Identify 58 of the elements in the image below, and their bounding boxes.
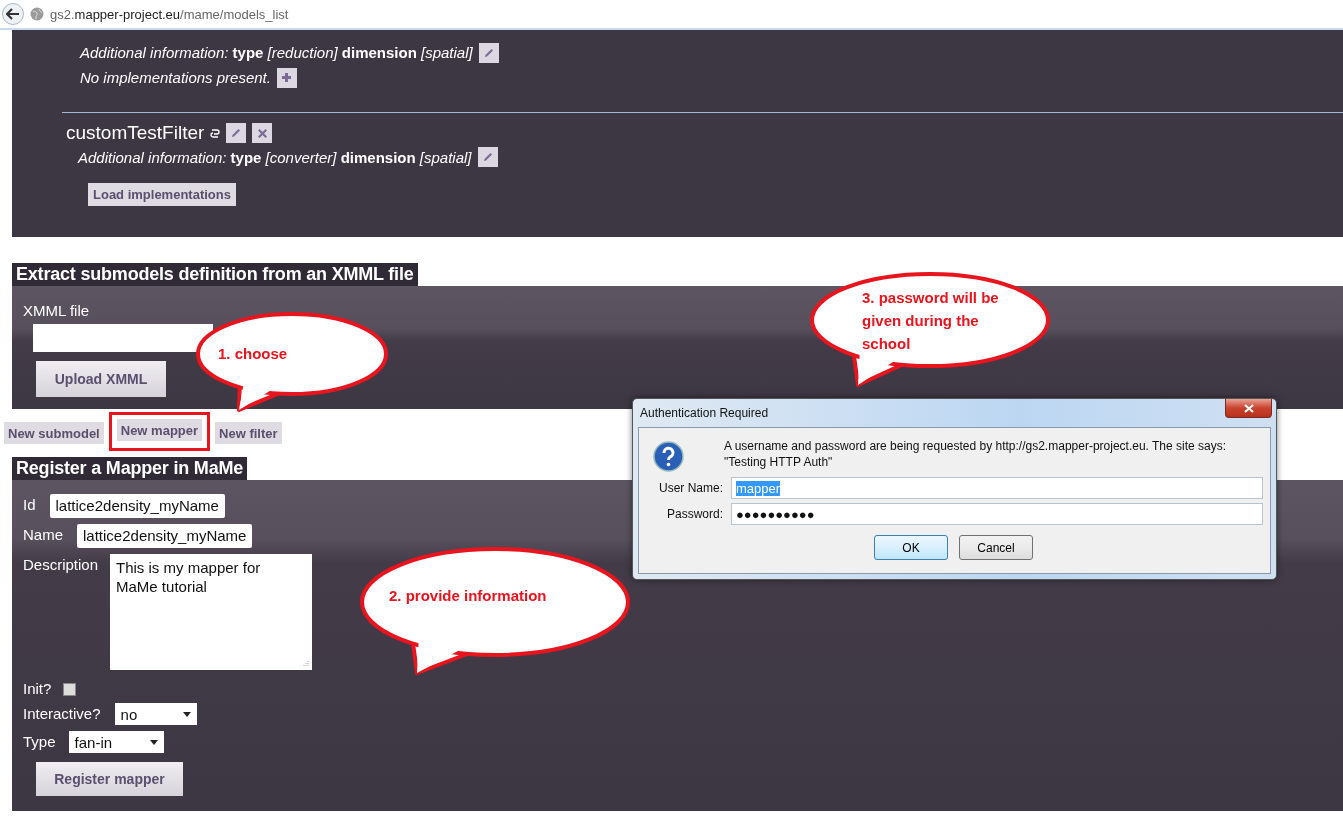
dialog-message: A username and password are being requested by http://gs2.mapper-project.eu. The site says: <box>724 438 1227 454</box>
description-field[interactable]: This is my mapper for MaMe tutorial <box>110 554 313 670</box>
pencil-icon <box>230 127 243 139</box>
field-label: Id <box>23 495 36 513</box>
globe-icon <box>30 7 44 21</box>
new-model-button[interactable]: New filter <box>215 422 282 444</box>
implementations-note: No implementations present. <box>80 69 271 86</box>
close-icon <box>256 127 268 139</box>
file-input[interactable] <box>33 324 213 352</box>
field-label: Description <box>23 555 99 573</box>
pencil-icon <box>481 151 494 163</box>
dropdown[interactable]: no <box>114 703 197 725</box>
edit-button[interactable] <box>477 147 498 167</box>
plus-icon <box>281 72 293 83</box>
field-label: Interactive? <box>23 704 101 722</box>
password-field[interactable]: ●●●●●●●●●● <box>731 503 1263 525</box>
close-button[interactable] <box>1225 399 1272 418</box>
address-url[interactable]: gs2.mapper-project.eu/mame/models_list <box>50 6 289 22</box>
resize-grip-icon <box>302 660 310 667</box>
dialog-button[interactable]: Cancel <box>959 535 1033 560</box>
new-model-button[interactable]: New submodel <box>4 422 104 444</box>
load-implementations-button[interactable]: Load implementations <box>88 183 236 206</box>
section-title: Register a Mapper in MaMe <box>12 457 248 480</box>
close-icon <box>1243 403 1254 413</box>
callout-text: 1. choose <box>218 344 289 364</box>
back-button[interactable] <box>2 3 24 25</box>
back-arrow-icon <box>6 8 20 20</box>
callout-text: 2. provide information <box>389 586 548 606</box>
filter-name: customTestFilter <box>66 122 205 144</box>
text-field[interactable]: lattice2density_myName <box>49 494 225 518</box>
field-label: Password: <box>665 507 723 521</box>
field-label: XMML file <box>23 302 90 319</box>
dropdown-arrow-icon <box>149 739 158 745</box>
field-label: Init? <box>23 679 52 697</box>
dialog-message: "Testing HTTP Auth" <box>724 454 834 470</box>
filter-info: Additional information: type [converter] dimension [spatial] <box>78 148 472 166</box>
pencil-icon <box>482 46 495 59</box>
upload-button[interactable]: Upload XMML <box>36 361 166 397</box>
checkbox[interactable] <box>63 683 77 696</box>
field-label: Name <box>23 525 63 543</box>
field-label: User Name: <box>658 481 723 495</box>
filter-info: Additional information: type [reduction] dimension [spatial] <box>80 44 473 61</box>
section-title: Extract submodels definition from an XMML file <box>12 263 418 286</box>
dropdown[interactable]: fan-in <box>68 731 164 753</box>
edit-button[interactable] <box>478 42 499 63</box>
dialog-title: Authentication Required <box>640 406 769 420</box>
register-button[interactable]: Register mapper <box>36 762 183 796</box>
delete-button[interactable] <box>252 123 273 143</box>
new-model-button[interactable]: New mapper <box>116 419 203 441</box>
dropdown-arrow-icon <box>182 711 191 717</box>
field-label: Type <box>23 732 56 750</box>
dialog-button[interactable]: OK <box>874 535 948 560</box>
edit-button[interactable] <box>226 123 247 143</box>
question-icon <box>653 441 684 472</box>
loop-icon <box>210 128 221 138</box>
text-field[interactable]: lattice2density_myName <box>77 524 253 548</box>
callout-text: 3. password will be given during the school <box>862 288 1000 354</box>
add-button[interactable] <box>276 67 297 88</box>
